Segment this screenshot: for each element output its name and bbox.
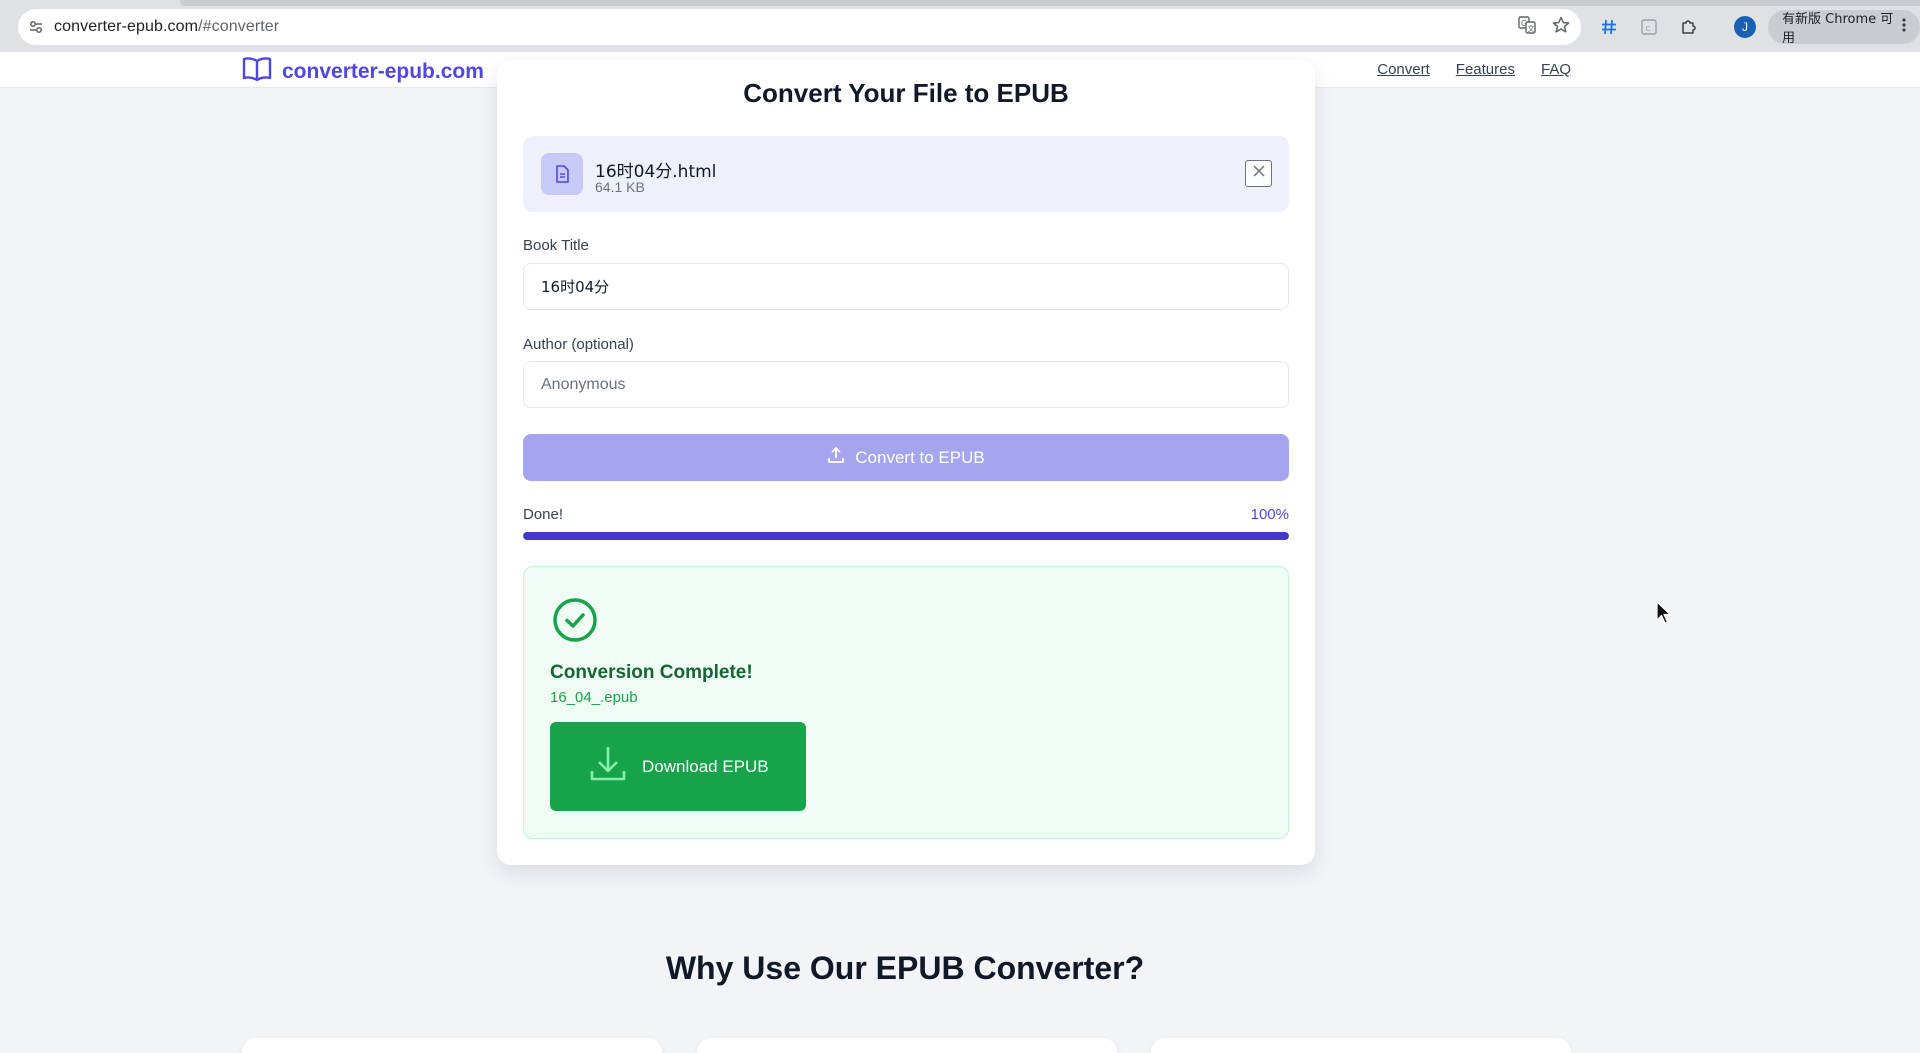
remove-file-button[interactable] <box>1245 160 1272 187</box>
book-title-input[interactable]: 16时04分 <box>523 263 1289 310</box>
mouse-cursor-icon <box>1656 601 1672 630</box>
brand-name: converter-epub.com <box>282 59 484 83</box>
download-icon <box>588 744 628 789</box>
profile-avatar[interactable]: J <box>1734 16 1756 38</box>
update-label: 有新版 Chrome 可用 <box>1782 12 1894 46</box>
author-input[interactable]: Anonymous <box>523 361 1289 408</box>
nav-features[interactable]: Features <box>1456 61 1515 78</box>
converter-card: Convert Your File to EPUB 16时04分.html 64… <box>497 60 1315 865</box>
book-title-label: Book Title <box>523 237 589 254</box>
url-text: converter-epub.com/#converter <box>54 18 280 35</box>
feature-card <box>697 1038 1117 1053</box>
convert-button[interactable]: Convert to EPUB <box>523 434 1289 481</box>
progress-percent: 100% <box>1250 506 1289 523</box>
address-bar[interactable]: converter-epub.com/#converter G文 <box>18 9 1581 45</box>
author-label: Author (optional) <box>523 336 634 353</box>
upload-icon <box>827 446 845 469</box>
close-icon <box>1252 164 1266 183</box>
progress-status: Done! <box>523 506 564 523</box>
feature-card <box>1151 1038 1571 1053</box>
tab-strip <box>180 0 1920 6</box>
success-title: Conversion Complete! <box>550 662 753 683</box>
svg-text:文: 文 <box>1528 24 1535 33</box>
download-button-label: Download EPUB <box>642 756 769 776</box>
book-open-icon <box>242 56 272 87</box>
conversion-result: Conversion Complete! 16_04_.epub Downloa… <box>523 566 1289 839</box>
converter-title: Convert Your File to EPUB <box>743 78 1069 108</box>
output-filename: 16_04_.epub <box>550 689 638 706</box>
features-heading: Why Use Our EPUB Converter? <box>665 950 1145 986</box>
reader-extension-icon[interactable]: c <box>1640 9 1658 45</box>
hashtag-extension-icon[interactable] <box>1600 9 1618 45</box>
bookmark-star-icon[interactable] <box>1551 15 1571 40</box>
site-settings-icon[interactable] <box>18 9 54 45</box>
progress-fill <box>523 532 1289 540</box>
nav-convert[interactable]: Convert <box>1377 61 1430 78</box>
chrome-update-button[interactable]: 有新版 Chrome 可用 <box>1768 10 1920 46</box>
check-circle-icon <box>552 597 598 648</box>
selected-file: 16时04分.html 64.1 KB <box>523 136 1289 212</box>
convert-button-label: Convert to EPUB <box>855 447 985 467</box>
extensions-puzzle-icon[interactable] <box>1679 9 1699 45</box>
feature-card <box>242 1038 662 1053</box>
browser-toolbar: converter-epub.com/#converter G文 c J 有新版… <box>0 0 1920 52</box>
main-nav: Convert Features FAQ <box>1377 61 1571 78</box>
nav-faq[interactable]: FAQ <box>1541 61 1571 78</box>
download-epub-button[interactable]: Download EPUB <box>550 722 806 811</box>
brand-link[interactable]: converter-epub.com <box>242 56 484 87</box>
svg-text:c: c <box>1646 24 1651 34</box>
file-size: 64.1 KB <box>595 179 645 195</box>
translate-icon[interactable]: G文 <box>1517 15 1537 40</box>
document-icon <box>541 153 583 195</box>
progress-bar <box>523 532 1289 540</box>
menu-dots-icon[interactable] <box>1902 17 1906 37</box>
